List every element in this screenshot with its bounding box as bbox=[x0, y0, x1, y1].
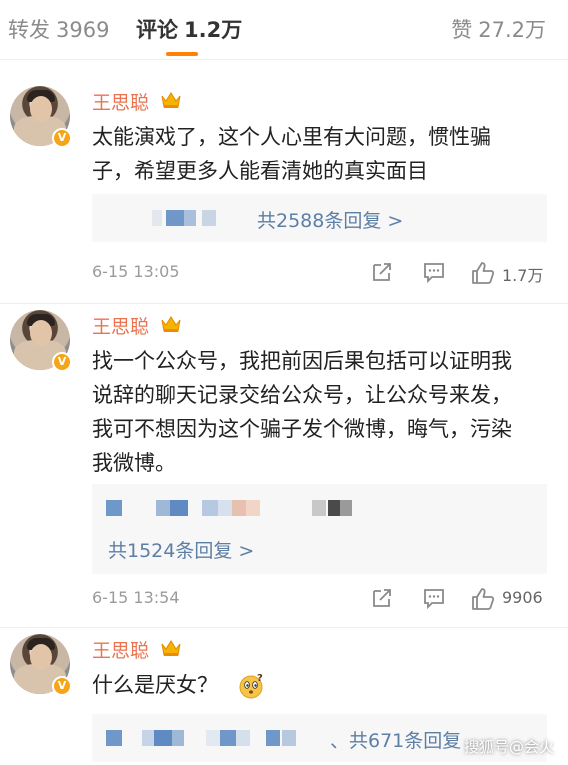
crown-icon bbox=[161, 640, 181, 656]
comment-text: 找一个公众号，我把前因后果包括可以证明我 说辞的聊天记录交给公众号，让公众号来发… bbox=[92, 344, 552, 480]
tab-likes[interactable]: 赞 27.2万 bbox=[451, 14, 546, 44]
author-name[interactable]: 王思聪 bbox=[92, 636, 149, 663]
share-icon[interactable] bbox=[370, 586, 394, 610]
comment-item: V 王思聪 找一个公众号，我把前因后果包括可以证明我 说辞的聊天记录交给公众号，… bbox=[0, 304, 568, 628]
active-tab-indicator bbox=[166, 52, 198, 56]
replies-count-link[interactable]: 、共671条回复 bbox=[330, 726, 461, 753]
thinking-face-icon: ? bbox=[239, 673, 263, 699]
blurred-reply-preview bbox=[152, 210, 222, 226]
comment-item: V 王思聪 太能演戏了，这个人心里有大问题，惯性骗 子，希望更多人能看清她的真实… bbox=[0, 80, 568, 304]
comment-time: 6-15 13:05 bbox=[92, 262, 180, 281]
replies-box[interactable]: 共1524条回复 > bbox=[92, 484, 547, 574]
crown-icon bbox=[161, 316, 181, 332]
like-count: 9906 bbox=[502, 588, 543, 607]
tab-comments[interactable]: 评论 1.2万 bbox=[136, 14, 242, 44]
comment-line: 说辞的聊天记录交给公众号，让公众号来发， bbox=[92, 383, 512, 407]
replies-count-link[interactable]: 共1524条回复 > bbox=[108, 536, 254, 563]
tab-repost[interactable]: 转发 3969 bbox=[8, 14, 109, 44]
svg-text:?: ? bbox=[257, 673, 263, 684]
avatar-face bbox=[30, 96, 52, 122]
like-icon[interactable] bbox=[470, 260, 496, 286]
tab-likes-count: 27.2万 bbox=[478, 18, 546, 42]
author-name[interactable]: 王思聪 bbox=[92, 88, 149, 115]
tab-likes-label: 赞 bbox=[451, 18, 473, 42]
crown-icon bbox=[161, 92, 181, 108]
like-icon[interactable] bbox=[470, 586, 496, 612]
watermark: 搜狐号@会火 bbox=[463, 738, 554, 756]
comment-text: 什么是厌女？ ? bbox=[92, 668, 552, 702]
comment-line: 什么是厌女？ bbox=[92, 673, 218, 697]
comment-meta: 6-15 13:54 9906 bbox=[92, 588, 552, 612]
tab-comments-label: 评论 bbox=[136, 18, 178, 42]
tab-comments-count: 1.2万 bbox=[184, 18, 243, 42]
comment-line: 找一个公众号，我把前因后果包括可以证明我 bbox=[92, 349, 512, 373]
tab-repost-label: 转发 bbox=[8, 18, 50, 42]
comment-icon[interactable] bbox=[422, 260, 446, 284]
replies-box[interactable]: 共2588条回复 > bbox=[92, 194, 547, 242]
comment-text: 太能演戏了，这个人心里有大问题，惯性骗 子，希望更多人能看清她的真实面目 bbox=[92, 120, 552, 188]
comment-line: 我微博。 bbox=[92, 451, 176, 475]
like-count: 1.7万 bbox=[502, 266, 544, 285]
author-name[interactable]: 王思聪 bbox=[92, 312, 149, 339]
verified-badge-icon: V bbox=[52, 128, 72, 148]
comment-time: 6-15 13:54 bbox=[92, 588, 180, 607]
verified-badge-icon: V bbox=[52, 676, 72, 696]
avatar-face bbox=[30, 644, 52, 670]
comment-icon[interactable] bbox=[422, 586, 446, 610]
verified-badge-icon: V bbox=[52, 352, 72, 372]
comment-line: 我可不想因为这个骗子发个微博，晦气，污染 bbox=[92, 417, 512, 441]
blurred-reply-preview bbox=[106, 730, 316, 746]
tab-bar: 转发 3969 评论 1.2万 赞 27.2万 bbox=[0, 0, 568, 60]
avatar-face bbox=[30, 320, 52, 346]
comment-meta: 6-15 13:05 1.7万 bbox=[92, 262, 552, 286]
comment-line: 子，希望更多人能看清她的真实面目 bbox=[92, 159, 428, 183]
share-icon[interactable] bbox=[370, 260, 394, 284]
blurred-reply-preview bbox=[106, 500, 366, 516]
replies-count-link[interactable]: 共2588条回复 > bbox=[257, 206, 403, 233]
comment-line: 太能演戏了，这个人心里有大问题，惯性骗 bbox=[92, 125, 491, 149]
tab-repost-count: 3969 bbox=[56, 18, 110, 42]
